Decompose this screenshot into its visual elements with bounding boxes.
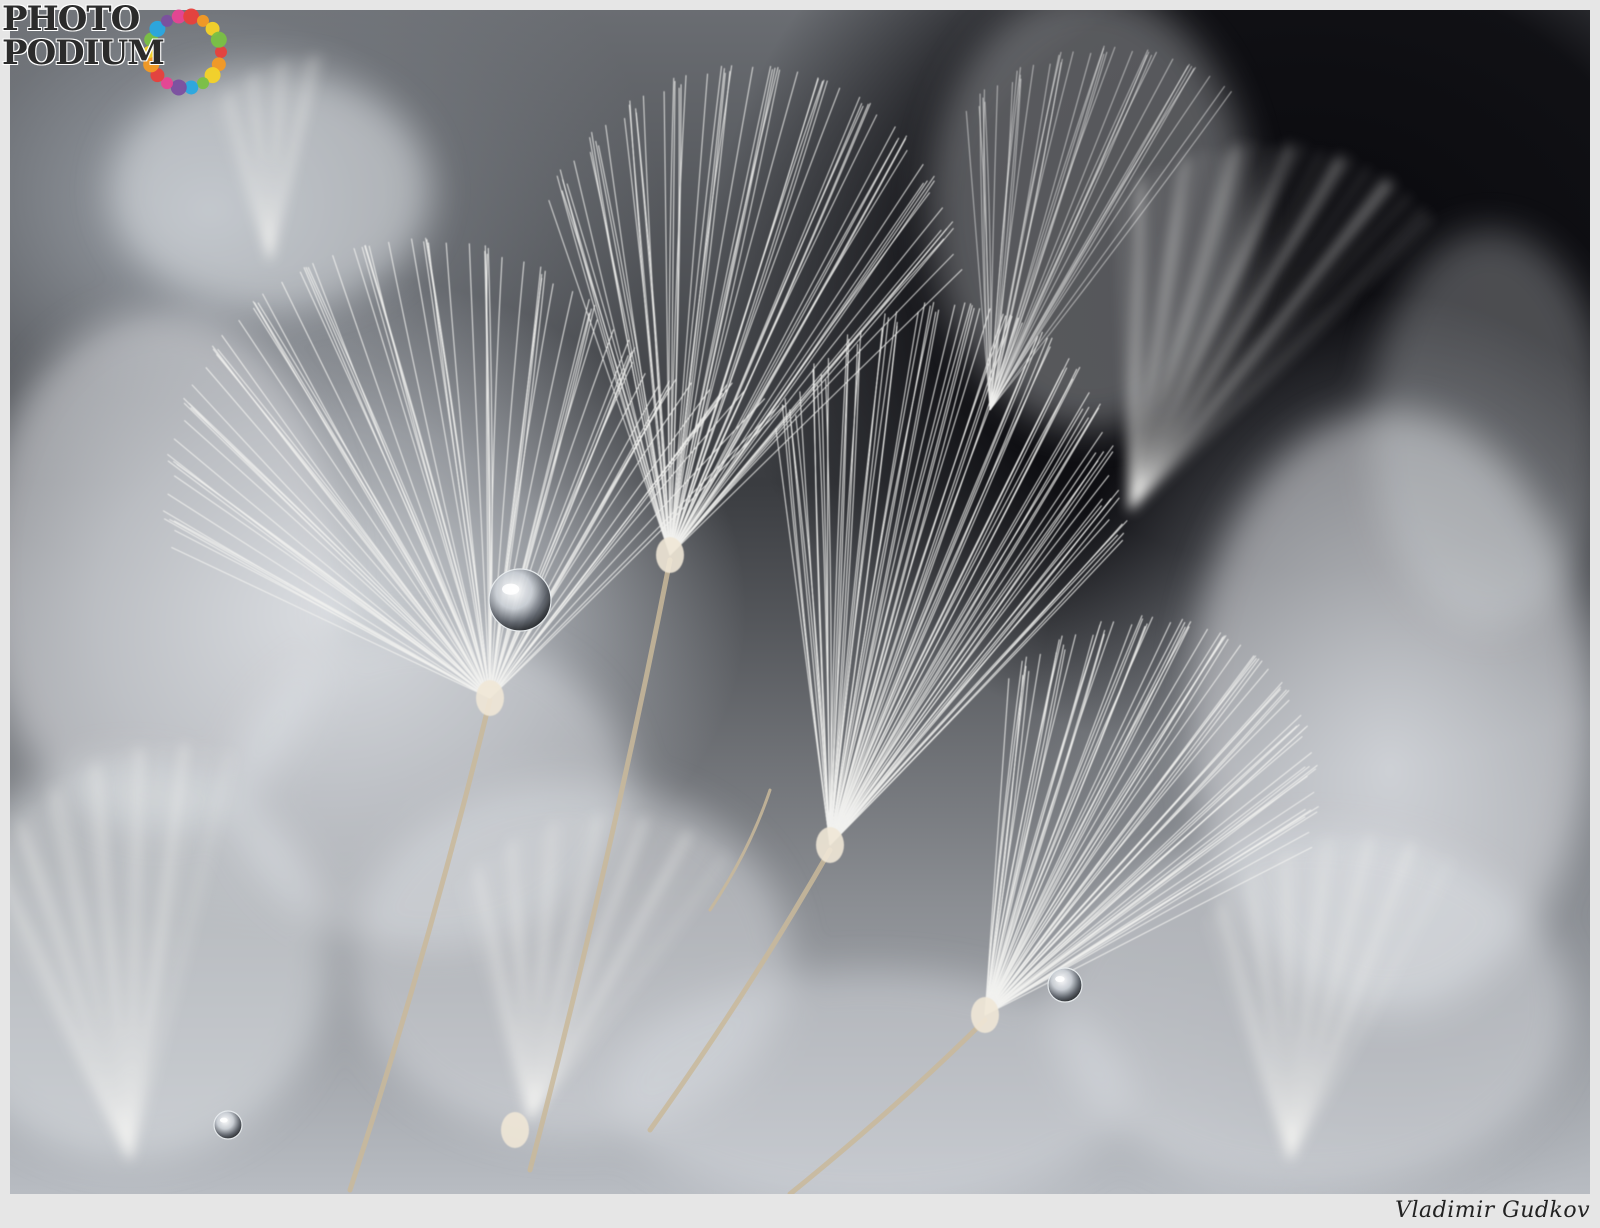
photo-frame: PHOTO PODIUM Vladimir Gudkov xyxy=(0,0,1600,1228)
photopodium-logo: PHOTO PODIUM xyxy=(0,0,240,100)
logo-text-photo: PHOTO xyxy=(2,0,140,39)
logo-text-podium: PODIUM xyxy=(2,33,165,73)
dandelion-seeds-artwork xyxy=(10,10,1590,1194)
photographer-signature: Vladimir Gudkov xyxy=(1395,1198,1590,1223)
dandelion-macro-photo xyxy=(10,10,1590,1194)
